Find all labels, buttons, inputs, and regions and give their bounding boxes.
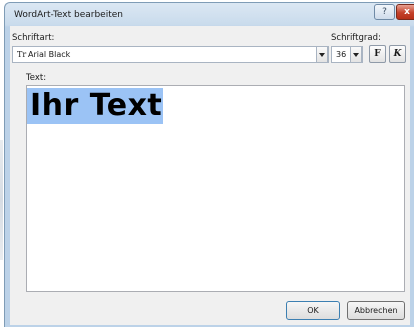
size-value: 36 — [336, 50, 347, 59]
selected-text: Ihr Text — [27, 88, 164, 124]
bold-button[interactable]: F — [369, 45, 386, 63]
bold-icon: F — [374, 49, 381, 59]
ok-button[interactable]: OK — [286, 301, 340, 320]
text-label: Text: — [26, 73, 47, 83]
close-icon: x — [404, 7, 410, 17]
truetype-icon: Tr — [17, 50, 27, 59]
help-icon: ? — [382, 7, 387, 17]
font-dropdown-button[interactable] — [316, 46, 328, 63]
dialog-title: WordArt-Text bearbeiten — [14, 10, 123, 20]
italic-icon: K — [393, 49, 402, 59]
background-window-edge — [0, 140, 3, 260]
font-select[interactable]: Tr Arial Black — [12, 46, 329, 63]
font-value: Arial Black — [28, 50, 71, 59]
chevron-down-icon — [353, 52, 359, 57]
ok-button-label: OK — [307, 306, 319, 315]
font-label: Schriftart: — [12, 33, 55, 43]
size-dropdown-button[interactable] — [350, 46, 362, 63]
cancel-button[interactable]: Abbrechen — [347, 301, 405, 320]
cancel-button-label: Abbrechen — [354, 306, 398, 315]
close-button[interactable]: x — [396, 4, 414, 20]
size-label: Schriftgrad: — [331, 33, 381, 43]
title-bar[interactable]: WordArt-Text bearbeiten ? x — [5, 3, 414, 27]
help-button[interactable]: ? — [374, 4, 395, 20]
chevron-down-icon — [319, 52, 325, 57]
text-input[interactable]: Ihr Text — [26, 85, 405, 292]
italic-button[interactable]: K — [389, 45, 406, 63]
size-select[interactable]: 36 — [331, 46, 363, 63]
